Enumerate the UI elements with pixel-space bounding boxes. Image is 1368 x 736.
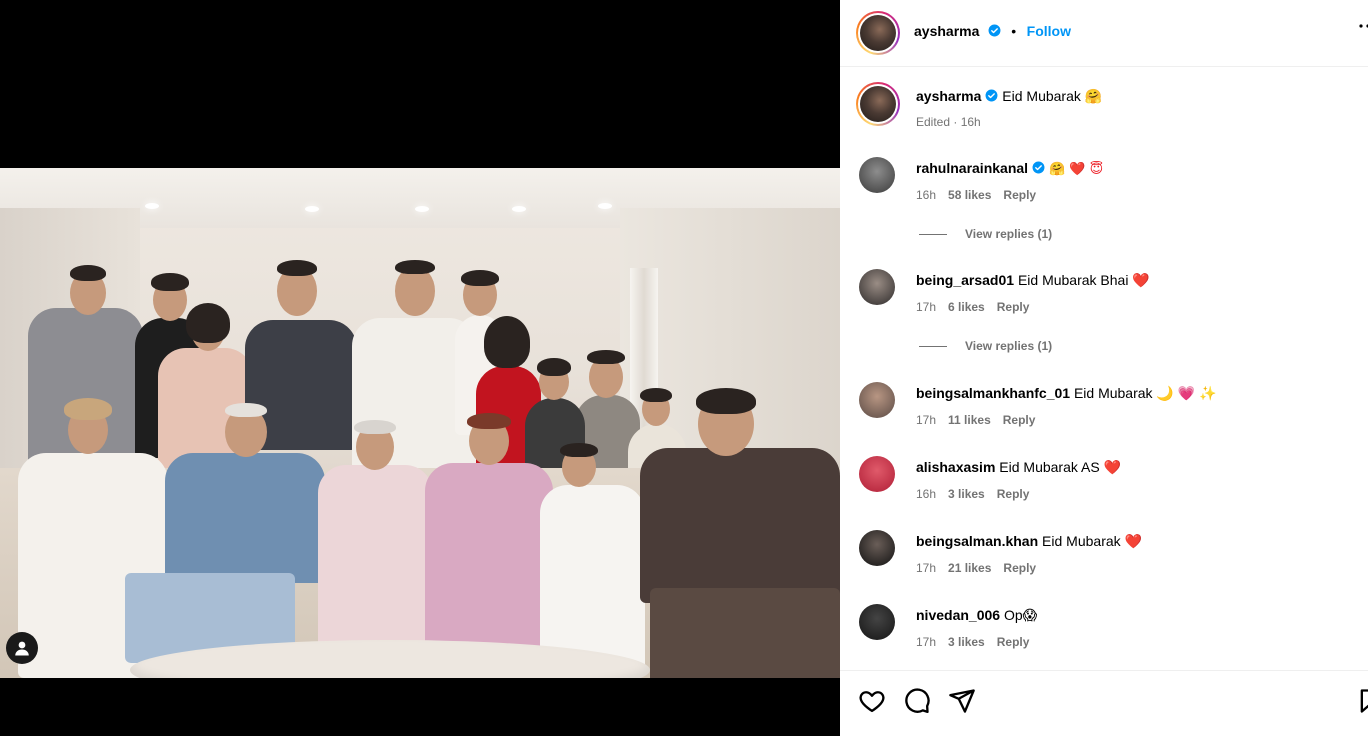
view-replies-label: View replies (1) [965,339,1053,353]
author-username[interactable]: aysharma [914,23,979,39]
caption-text: Eid Mubarak 🤗 [1002,88,1103,104]
post-photo[interactable] [0,168,840,678]
photo-light [598,203,612,209]
heart-icon[interactable] [858,687,886,715]
comment-text: Eid Mubarak Bhai ❤️ [1017,272,1150,288]
comment-line: beingsalmankhanfc_01 Eid Mubarak 🌙 💗 ✨ [916,384,1217,402]
photo-light [415,206,429,212]
comment-meta: 17h 21 likes Reply [916,561,1048,575]
commenter-avatar[interactable] [859,382,895,418]
post-header: aysharma • Follow [840,0,1368,67]
photo-light [512,206,526,212]
commenter-avatar[interactable] [859,157,895,193]
comment-line: being_arsad01 Eid Mubarak Bhai ❤️ [916,271,1150,289]
share-icon[interactable] [948,687,976,715]
author-avatar[interactable] [856,11,900,55]
photo-light [305,206,319,212]
comment-likes[interactable]: 21 likes [948,561,991,575]
comment-time: 17h [916,300,937,314]
comment-meta: 16h 58 likes Reply [916,188,1048,202]
reply-button[interactable]: Reply [997,635,1030,649]
follow-button[interactable]: Follow [1027,23,1071,39]
caption-line: aysharma Eid Mubarak 🤗 [916,87,1102,105]
post-side-panel: aysharma • Follow aysharma Eid Mubarak 🤗… [840,0,1368,736]
comment-meta: 17h 6 likes Reply [916,300,1041,314]
author-avatar[interactable] [856,82,900,126]
post-media [0,0,840,736]
photo-light [145,203,159,209]
comment-likes[interactable]: 3 likes [948,635,985,649]
view-replies-line [919,233,947,235]
reply-button[interactable]: Reply [997,487,1030,501]
reply-button[interactable]: Reply [997,300,1030,314]
comment-likes[interactable]: 11 likes [948,413,991,427]
commenter-avatar[interactable] [859,269,895,305]
comment-username[interactable]: beingsalmankhanfc_01 [916,385,1070,401]
comment-text: Op😱 [1003,607,1038,623]
view-replies-line [919,345,947,347]
view-replies-button[interactable]: View replies (1) [919,339,1052,353]
verified-badge-icon [985,89,998,102]
commenter-avatar[interactable] [859,456,895,492]
comment-time: 17h [916,561,937,575]
comment-text: Eid Mubarak 🌙 💗 ✨ [1073,385,1217,401]
comment-username[interactable]: alishaxasim [916,459,995,475]
comment-username[interactable]: rahulnarainkanal [916,160,1028,176]
comment-time: 16h [916,188,937,202]
more-options-icon[interactable] [1354,16,1368,42]
reply-button[interactable]: Reply [1003,188,1036,202]
view-replies-label: View replies (1) [965,227,1053,241]
post-actions [840,670,1368,736]
separator-dot: • [1011,23,1017,39]
comment-username[interactable]: being_arsad01 [916,272,1014,288]
comment-line: rahulnarainkanal 🤗 ❤️ 😇 [916,159,1103,179]
reply-button[interactable]: Reply [1003,561,1036,575]
comment-likes[interactable]: 6 likes [948,300,985,314]
comment-meta: 17h 11 likes Reply [916,413,1047,427]
comment-time: 16h [916,487,937,501]
comment-meta: 17h 3 likes Reply [916,635,1041,649]
reply-button[interactable]: Reply [1003,413,1036,427]
commenter-avatar[interactable] [859,530,895,566]
verified-badge-icon [1032,161,1045,174]
comment-line: nivedan_006 Op😱 [916,606,1037,624]
bookmark-icon[interactable] [1356,687,1368,715]
commenter-avatar[interactable] [859,604,895,640]
author-line: aysharma • Follow [914,23,1071,41]
comment-line: beingsalman.khan Eid Mubarak ❤️ [916,532,1142,550]
comment-text: Eid Mubarak AS ❤️ [999,459,1121,475]
comment-text: 🤗 ❤️ 😇 [1048,162,1104,177]
comment-likes[interactable]: 58 likes [948,188,991,202]
comment-likes[interactable]: 3 likes [948,487,985,501]
caption-author[interactable]: aysharma [916,88,981,104]
comment-text: Eid Mubarak ❤️ [1042,533,1142,549]
comment-line: alishaxasim Eid Mubarak AS ❤️ [916,458,1121,476]
verified-badge-icon [988,24,1001,37]
comment-username[interactable]: nivedan_006 [916,607,1000,623]
comment-icon[interactable] [903,687,931,715]
comment-time: 17h [916,413,937,427]
view-replies-button[interactable]: View replies (1) [919,227,1052,241]
caption-meta: Edited · 16h [916,115,981,129]
comment-time: 17h [916,635,937,649]
comment-meta: 16h 3 likes Reply [916,487,1041,501]
user-tag-icon[interactable] [6,632,38,664]
comment-username[interactable]: beingsalman.khan [916,533,1038,549]
